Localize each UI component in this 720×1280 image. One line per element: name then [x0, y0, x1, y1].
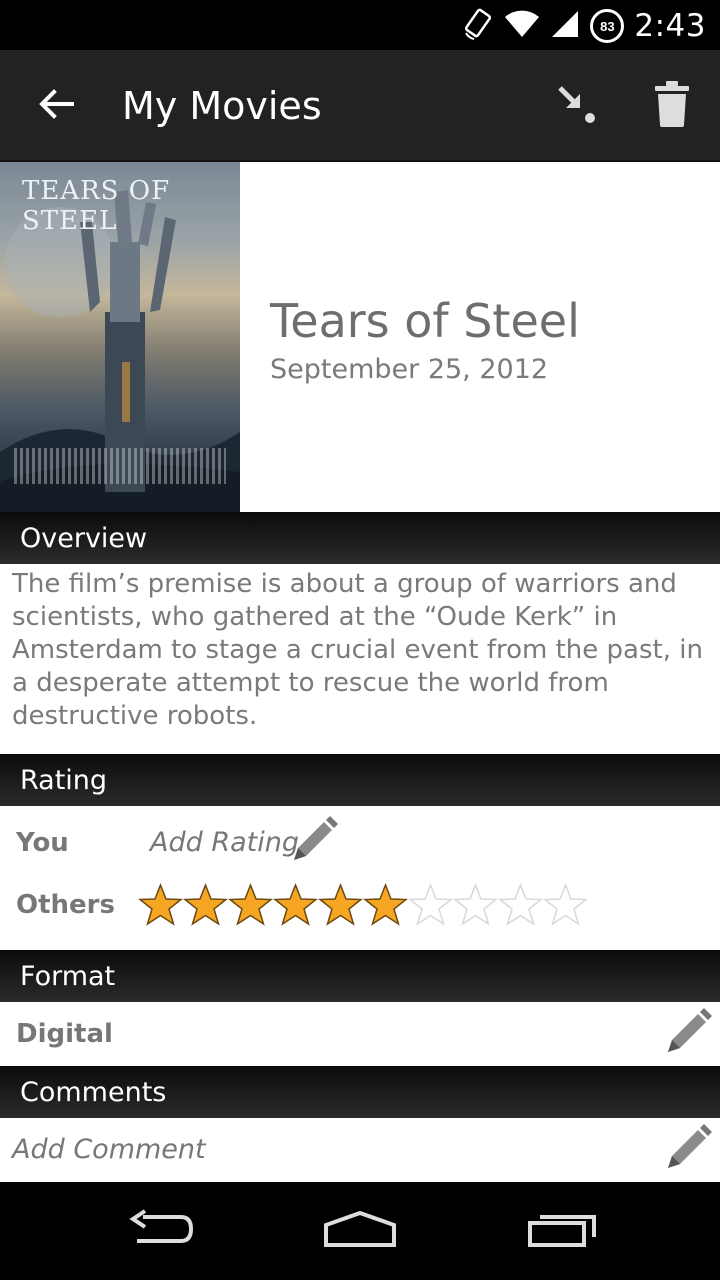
edit-rating-button[interactable] [286, 814, 340, 868]
format-header-label: Format [20, 961, 116, 992]
move-to-icon [554, 82, 598, 131]
navigation-bar [0, 1182, 720, 1280]
back-button[interactable] [30, 80, 82, 132]
star-filled-icon [228, 882, 273, 926]
poster-credits [14, 448, 226, 484]
action-bar: My Movies [0, 50, 720, 162]
status-icons: 83 2:43 [462, 6, 706, 46]
movie-poster[interactable]: TEARS OF STEEL [0, 162, 240, 512]
nav-back-button[interactable] [120, 1206, 200, 1256]
star-filled-icon [273, 882, 318, 926]
comments-header-label: Comments [20, 1077, 167, 1108]
format-header: Format [0, 950, 720, 1002]
rating-header-label: Rating [20, 765, 108, 796]
others-label: Others [16, 890, 115, 920]
nav-home-button[interactable] [320, 1206, 400, 1256]
star-empty-icon [498, 882, 543, 926]
add-rating-link[interactable]: Add Rating [150, 827, 299, 858]
rotate-icon [462, 7, 494, 46]
nav-recents-button[interactable] [522, 1206, 602, 1256]
wifi-icon [504, 9, 540, 44]
app-title: My Movies [122, 84, 322, 128]
nav-home-icon [322, 1209, 398, 1254]
format-value: Digital [16, 1019, 113, 1049]
star-empty-icon [408, 882, 453, 926]
battery-icon: 83 [590, 9, 625, 43]
pencil-icon [660, 1124, 714, 1180]
comments-header: Comments [0, 1066, 720, 1118]
comments-section: Add Comment [0, 1118, 720, 1182]
you-label: You [16, 828, 69, 858]
status-bar: 83 2:43 [0, 0, 720, 50]
nav-back-icon [125, 1208, 195, 1254]
overview-section: The film’s premise is about a group of w… [0, 564, 720, 754]
status-clock: 2:43 [634, 8, 706, 44]
move-to-button[interactable] [548, 78, 604, 134]
add-comment-link[interactable]: Add Comment [12, 1134, 206, 1165]
overview-text: The film’s premise is about a group of w… [12, 569, 703, 731]
release-date: September 25, 2012 [270, 354, 549, 385]
star-filled-icon [318, 882, 363, 926]
signal-icon [550, 9, 580, 44]
star-filled-icon [138, 882, 183, 926]
pencil-icon [286, 816, 340, 872]
movie-title: Tears of Steel [270, 294, 580, 348]
trash-icon [652, 79, 692, 134]
edit-format-button[interactable] [660, 1006, 714, 1060]
rating-header: Rating [0, 754, 720, 806]
poster-title: TEARS OF STEEL [22, 176, 171, 236]
star-filled-icon [363, 882, 408, 926]
rating-section: You Add Rating Others [0, 806, 720, 950]
overview-header-label: Overview [20, 523, 148, 554]
others-rating-stars [138, 882, 588, 928]
nav-recents-icon [526, 1209, 598, 1254]
overview-header: Overview [0, 512, 720, 564]
delete-button[interactable] [644, 78, 700, 134]
movie-header: TEARS OF STEEL Tears of Steel September … [0, 162, 720, 512]
edit-comment-button[interactable] [660, 1122, 714, 1176]
back-arrow-icon [38, 88, 74, 125]
format-section: Digital [0, 1002, 720, 1066]
star-filled-icon [183, 882, 228, 926]
star-empty-icon [543, 882, 588, 926]
battery-level: 83 [600, 18, 615, 34]
pencil-icon [660, 1008, 714, 1064]
star-empty-icon [453, 882, 498, 926]
